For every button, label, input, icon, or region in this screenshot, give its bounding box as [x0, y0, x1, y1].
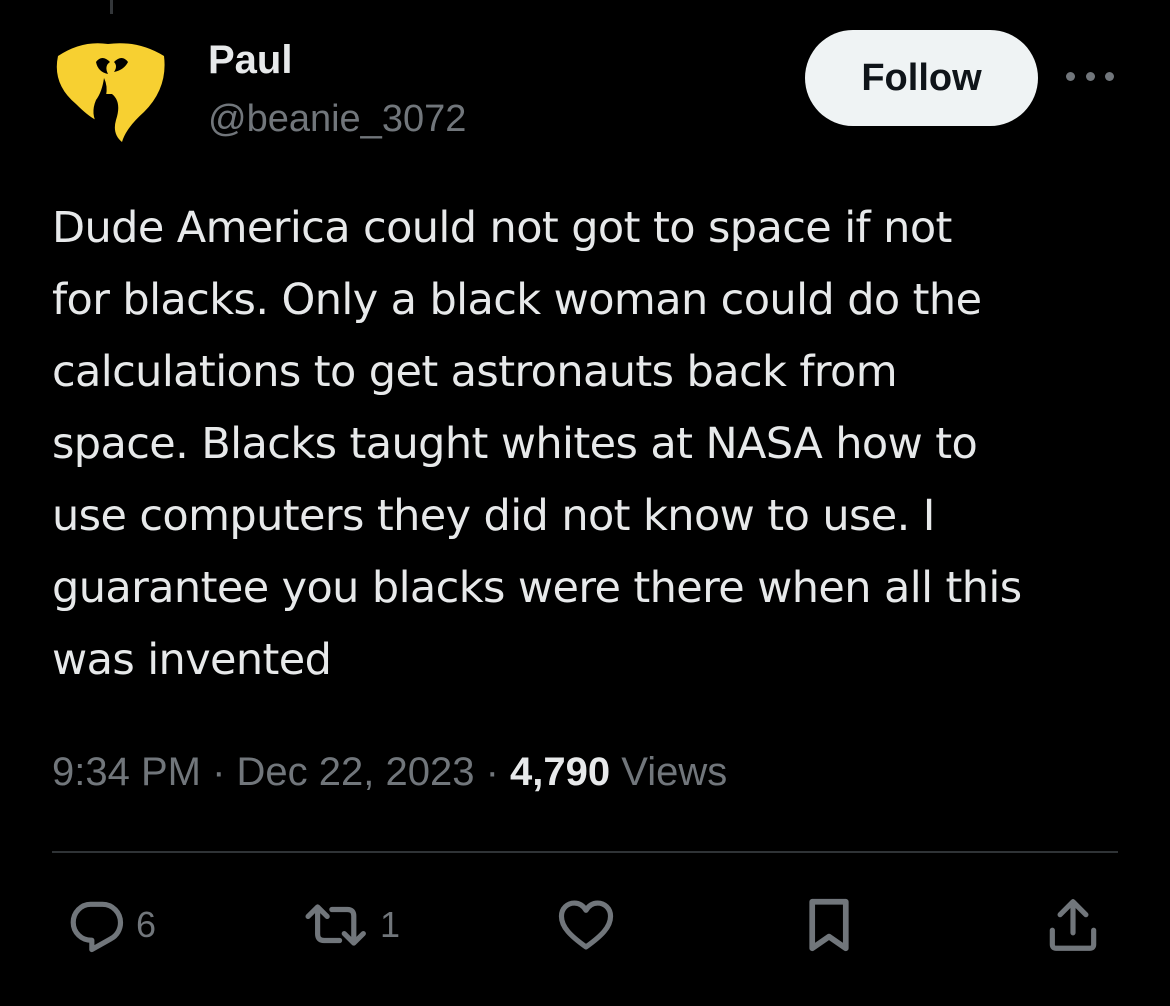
author-info: Paul @beanie_3072 — [208, 36, 466, 142]
thread-connector-line — [110, 0, 113, 14]
reply-count: 6 — [136, 904, 157, 945]
retweet-count: 1 — [380, 904, 401, 945]
meta-separator: · — [200, 750, 237, 794]
retweet-button[interactable]: 1 — [302, 894, 400, 956]
reply-icon — [70, 901, 124, 953]
like-button[interactable] — [555, 894, 617, 956]
share-icon — [1049, 899, 1097, 951]
follow-button[interactable]: Follow — [805, 30, 1038, 126]
more-horizontal-icon — [1066, 71, 1075, 81]
meta-separator: · — [474, 750, 511, 794]
bookmark-icon — [809, 898, 849, 952]
more-dot — [1105, 71, 1114, 81]
reply-button[interactable]: 6 — [66, 894, 156, 956]
avatar[interactable] — [52, 40, 170, 144]
retweet-icon — [305, 904, 366, 946]
tweet-text: Dude America could not got to space if n… — [52, 203, 1022, 685]
author-handle[interactable]: @beanie_3072 — [208, 96, 466, 142]
tweet-time[interactable]: 9:34 PM — [52, 750, 201, 794]
tweet-metadata: 9:34 PM · Dec 22, 2023 · 4,790 Views — [52, 746, 727, 798]
bookmark-button[interactable] — [798, 894, 860, 956]
heart-icon — [558, 900, 614, 950]
more-dot — [1085, 71, 1095, 81]
more-options-button[interactable] — [1066, 66, 1114, 86]
tweet-date[interactable]: Dec 22, 2023 — [237, 750, 475, 794]
author-display-name[interactable]: Paul — [208, 36, 466, 84]
share-button[interactable] — [1042, 894, 1104, 956]
views-label: Views — [610, 750, 728, 794]
yellow-w-logo-icon — [56, 43, 165, 143]
divider — [52, 851, 1118, 853]
views-count: 4,790 — [510, 750, 611, 794]
